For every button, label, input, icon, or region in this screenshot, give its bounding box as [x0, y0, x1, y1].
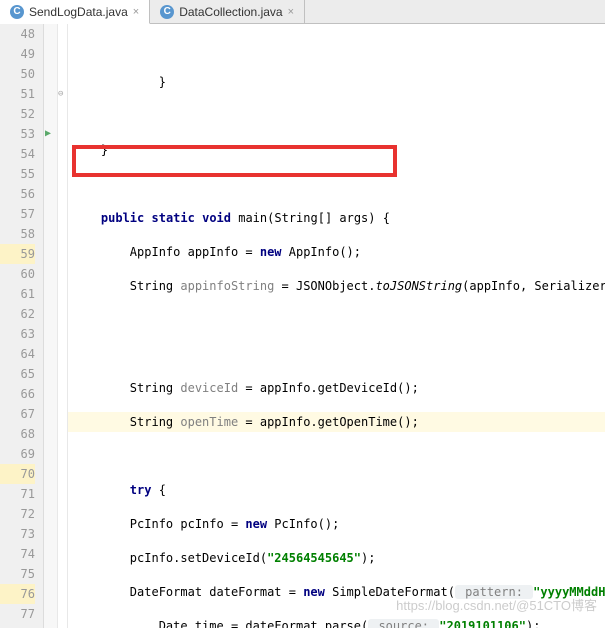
java-class-icon: C: [160, 5, 174, 19]
code-line: [68, 106, 605, 126]
code-line: }: [68, 140, 605, 160]
code-editor[interactable]: 4849505152535455565758596061626364656667…: [0, 24, 605, 628]
java-class-icon: C: [10, 5, 24, 19]
watermark: https://blog.csdn.net/@51CTO博客: [396, 595, 597, 614]
code-area[interactable]: } } public static void main(String[] arg…: [68, 24, 605, 628]
run-marker-icon[interactable]: ▶: [45, 128, 51, 139]
code-line: }: [68, 72, 605, 92]
fold-gutter: ⊖: [58, 24, 68, 628]
close-icon[interactable]: ×: [133, 6, 139, 18]
close-icon[interactable]: ×: [288, 6, 294, 18]
code-line: try {: [68, 480, 605, 500]
run-gutter: ▶: [44, 24, 58, 628]
editor-tabs: C SendLogData.java × C DataCollection.ja…: [0, 0, 605, 24]
code-line: [68, 174, 605, 194]
code-line: [68, 446, 605, 466]
fold-collapse-icon[interactable]: ⊖: [58, 89, 63, 99]
line-number-gutter: 4849505152535455565758596061626364656667…: [0, 24, 44, 628]
code-line: String appinfoString = JSONObject.toJSON…: [68, 276, 605, 296]
tab-label: DataCollection.java: [179, 5, 282, 19]
code-line: pcInfo.setDeviceId("24564545645");: [68, 548, 605, 568]
code-line: AppInfo appInfo = new AppInfo();: [68, 242, 605, 262]
code-line: [68, 310, 605, 330]
tab-label: SendLogData.java: [29, 5, 128, 19]
code-line: PcInfo pcInfo = new PcInfo();: [68, 514, 605, 534]
tab-datacollection[interactable]: C DataCollection.java ×: [150, 0, 305, 23]
code-line: Date time = dateFormat.parse( source: "2…: [68, 616, 605, 628]
code-line: String deviceId = appInfo.getDeviceId();: [68, 378, 605, 398]
code-line: [68, 344, 605, 364]
code-line: String openTime = appInfo.getOpenTime();: [68, 412, 605, 432]
code-line: public static void main(String[] args) {: [68, 208, 605, 228]
code-line: [68, 38, 605, 58]
tab-sendlogdata[interactable]: C SendLogData.java ×: [0, 0, 150, 24]
